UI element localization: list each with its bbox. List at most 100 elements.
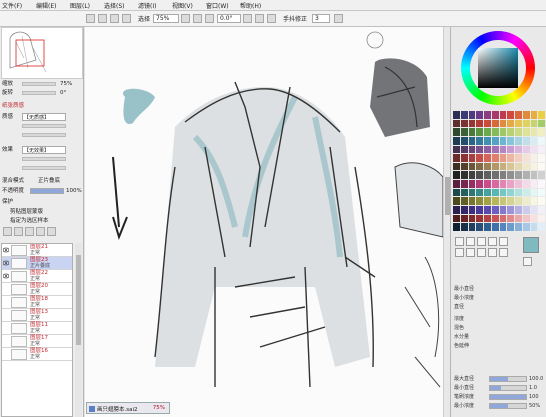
min-size-slider[interactable]: [489, 385, 527, 391]
palette-swatch[interactable]: [484, 119, 491, 128]
palette-swatch[interactable]: [522, 214, 530, 223]
palette-swatch[interactable]: [460, 145, 468, 154]
palette-swatch[interactable]: [530, 171, 538, 180]
menu-edit[interactable]: 编辑(E): [36, 1, 64, 10]
palette-swatch[interactable]: [507, 223, 514, 231]
palette-swatch[interactable]: [484, 128, 491, 136]
palette-swatch[interactable]: [484, 136, 491, 145]
palette-swatch[interactable]: [522, 154, 530, 162]
palette-swatch[interactable]: [499, 136, 507, 145]
texture-strength-slider[interactable]: [22, 133, 66, 137]
palette-swatch[interactable]: [484, 223, 491, 231]
palette-swatch[interactable]: [484, 171, 491, 180]
palette-swatch[interactable]: [522, 180, 530, 188]
palette-swatch[interactable]: [507, 214, 514, 223]
palette-swatch[interactable]: [460, 154, 468, 162]
palette-swatch[interactable]: [515, 128, 522, 136]
palette-swatch[interactable]: [499, 206, 507, 214]
color-palette[interactable]: [453, 111, 545, 231]
palette-swatch[interactable]: [484, 162, 491, 171]
canvas[interactable]: [85, 27, 443, 417]
opacity-slider[interactable]: [30, 188, 64, 194]
palette-swatch[interactable]: [476, 128, 483, 136]
palette-swatch[interactable]: [538, 188, 545, 197]
eraser-mode-icon[interactable]: [488, 248, 497, 257]
palette-swatch[interactable]: [460, 206, 468, 214]
palette-swatch[interactable]: [522, 119, 530, 128]
palette-swatch[interactable]: [453, 154, 460, 162]
palette-swatch[interactable]: [476, 136, 483, 145]
invert-selection-icon[interactable]: [110, 14, 119, 23]
effect-width-slider[interactable]: [22, 157, 66, 161]
palette-swatch[interactable]: [491, 119, 499, 128]
palette-swatch[interactable]: [507, 197, 514, 206]
palette-swatch[interactable]: [491, 171, 499, 180]
clipping-checkbox[interactable]: 剪贴图层蒙版: [10, 208, 90, 217]
palette-swatch[interactable]: [530, 162, 538, 171]
palette-swatch[interactable]: [468, 162, 476, 171]
selection-display-icon[interactable]: [122, 14, 131, 23]
palette-swatch[interactable]: [515, 223, 522, 231]
palette-swatch[interactable]: [460, 119, 468, 128]
palette-swatch[interactable]: [538, 128, 545, 136]
palette-swatch[interactable]: [515, 136, 522, 145]
layer-row[interactable]: 图层22 正常: [2, 270, 72, 283]
palette-swatch[interactable]: [499, 154, 507, 162]
eye-icon[interactable]: [3, 260, 9, 266]
color-wheel[interactable]: [461, 31, 535, 105]
sample-checkbox[interactable]: 指定为选区样本: [10, 217, 90, 226]
eye-icon[interactable]: [3, 273, 9, 279]
palette-swatch[interactable]: [491, 154, 499, 162]
palette-swatch[interactable]: [484, 214, 491, 223]
palette-swatch[interactable]: [499, 197, 507, 206]
size-slider[interactable]: [489, 376, 527, 382]
palette-swatch[interactable]: [499, 171, 507, 180]
palette-swatch[interactable]: [530, 206, 538, 214]
zoom-reset-icon[interactable]: [205, 14, 214, 23]
paper-texture-header[interactable]: 纸张质感: [2, 102, 82, 111]
layer-row[interactable]: 图层13 正常: [2, 309, 72, 322]
palette-swatch[interactable]: [522, 162, 530, 171]
palette-swatch[interactable]: [453, 128, 460, 136]
palette-swatch[interactable]: [468, 145, 476, 154]
palette-swatch[interactable]: [538, 180, 545, 188]
palette-swatch[interactable]: [507, 119, 514, 128]
new-layer-icon[interactable]: [3, 227, 12, 236]
palette-swatch[interactable]: [538, 145, 545, 154]
navigator-preview[interactable]: [1, 27, 83, 79]
palette-swatch[interactable]: [460, 171, 468, 180]
palette-swatch[interactable]: [476, 197, 483, 206]
palette-swatch[interactable]: [530, 111, 538, 119]
zoom-tool-icon[interactable]: [499, 237, 508, 246]
palette-swatch[interactable]: [538, 162, 545, 171]
palette-swatch[interactable]: [468, 119, 476, 128]
palette-swatch[interactable]: [453, 180, 460, 188]
min-density-slider[interactable]: [489, 403, 527, 409]
delete-layer-icon[interactable]: [47, 227, 56, 236]
palette-swatch[interactable]: [453, 162, 460, 171]
palette-swatch[interactable]: [476, 223, 483, 231]
layer-scroll-thumb[interactable]: [76, 255, 81, 345]
flip-icon[interactable]: [267, 14, 276, 23]
effect-strength-slider[interactable]: [22, 166, 66, 170]
palette-swatch[interactable]: [515, 197, 522, 206]
palette-swatch[interactable]: [476, 111, 483, 119]
palette-swatch[interactable]: [453, 188, 460, 197]
palette-swatch[interactable]: [476, 171, 483, 180]
menu-view[interactable]: 视图(V): [172, 1, 200, 10]
palette-swatch[interactable]: [530, 188, 538, 197]
palette-swatch[interactable]: [499, 180, 507, 188]
palette-swatch[interactable]: [538, 206, 545, 214]
palette-swatch[interactable]: [468, 111, 476, 119]
palette-swatch[interactable]: [522, 128, 530, 136]
palette-swatch[interactable]: [538, 154, 545, 162]
palette-swatch[interactable]: [538, 223, 545, 231]
layer-row[interactable]: 图层23 正片叠底: [2, 257, 72, 270]
palette-swatch[interactable]: [476, 145, 483, 154]
palette-swatch[interactable]: [522, 188, 530, 197]
palette-swatch[interactable]: [522, 197, 530, 206]
palette-swatch[interactable]: [530, 145, 538, 154]
layer-row[interactable]: 图层18 正常: [2, 296, 72, 309]
menu-select[interactable]: 选择(S): [104, 1, 132, 10]
palette-swatch[interactable]: [530, 136, 538, 145]
